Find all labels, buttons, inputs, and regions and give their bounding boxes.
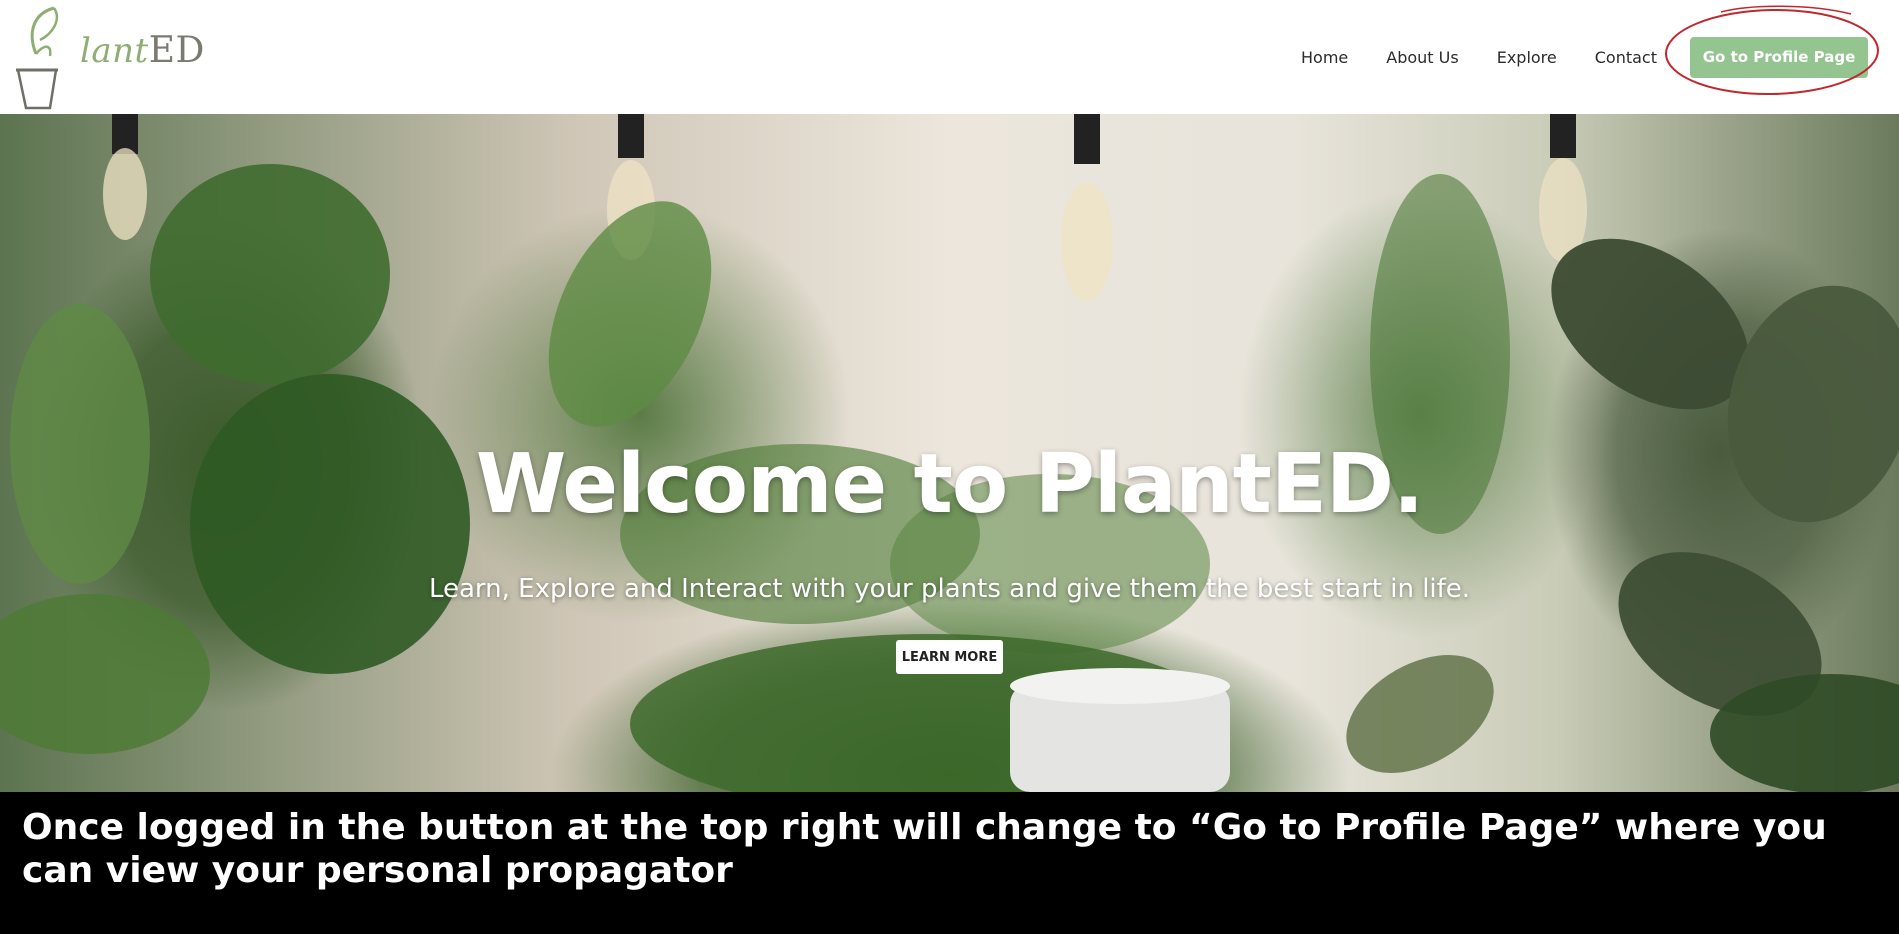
hero-banner: Welcome to PlantED. Learn, Explore and I… <box>0 114 1899 792</box>
logo-caps-text: ED <box>148 30 205 71</box>
tutorial-caption: Once logged in the button at the top rig… <box>0 792 1899 934</box>
nav-explore[interactable]: Explore <box>1497 48 1557 67</box>
plant-pot-logo-icon <box>16 6 59 110</box>
logo-wordmark: lantED <box>80 30 205 71</box>
hero-title: Welcome to PlantED. <box>475 437 1424 532</box>
nav-home[interactable]: Home <box>1301 48 1348 67</box>
main-nav: Home About Us Explore Contact Go to Prof… <box>1301 0 1883 114</box>
hero-content: Welcome to PlantED. Learn, Explore and I… <box>0 114 1899 792</box>
learn-more-button[interactable]: LEARN MORE <box>896 640 1003 674</box>
nav-about-us[interactable]: About Us <box>1386 48 1458 67</box>
hero-subtitle: Learn, Explore and Interact with your pl… <box>428 574 1471 604</box>
site-header: lantED Home About Us Explore Contact Go … <box>0 0 1899 114</box>
profile-button-wrap: Go to Profile Page <box>1665 0 1883 114</box>
logo-script-text: lant <box>80 31 149 71</box>
planted-logo[interactable]: lantED <box>14 0 204 114</box>
caption-text: Once logged in the button at the top rig… <box>22 807 1827 891</box>
nav-contact[interactable]: Contact <box>1595 48 1657 67</box>
go-to-profile-button[interactable]: Go to Profile Page <box>1690 36 1868 78</box>
